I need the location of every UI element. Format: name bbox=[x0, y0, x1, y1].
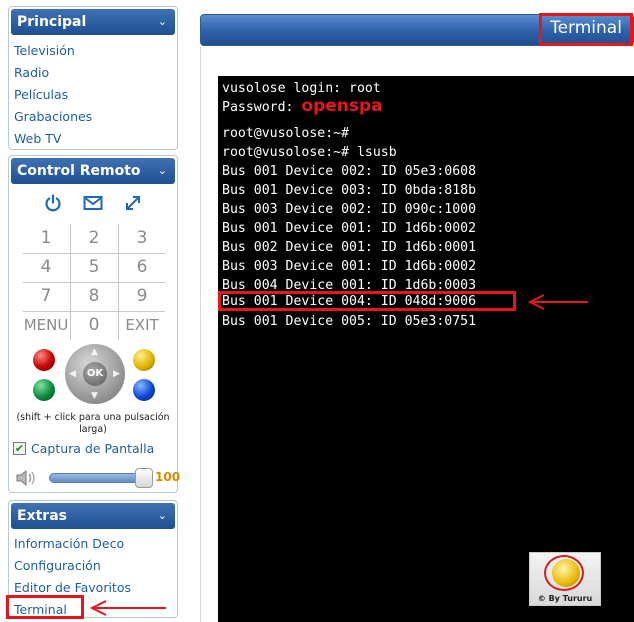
prompt-line: root@vusolose:~# bbox=[222, 126, 350, 141]
extras-header[interactable]: Extras ⌄ bbox=[11, 503, 175, 529]
principal-title: Principal bbox=[17, 14, 87, 30]
capture-checkbox[interactable]: ✔ bbox=[13, 442, 26, 455]
menu-item-radio[interactable]: Radio bbox=[9, 62, 177, 84]
highlighted-device-box bbox=[218, 291, 516, 311]
yellow-button[interactable] bbox=[133, 349, 155, 371]
key-3[interactable]: 3 bbox=[119, 224, 165, 252]
key-5[interactable]: 5 bbox=[71, 253, 117, 281]
key-7[interactable]: 7 bbox=[23, 282, 69, 310]
menu-item-television[interactable]: Televisión bbox=[9, 40, 177, 62]
logo-face-icon bbox=[552, 559, 580, 587]
fullscreen-icon[interactable] bbox=[122, 192, 144, 214]
principal-panel: Principal ⌄ Televisión Radio Películas G… bbox=[8, 6, 178, 150]
remote-control-title: Control Remoto bbox=[17, 163, 141, 179]
password-prefix: Password: bbox=[222, 100, 302, 115]
chevron-down-icon[interactable]: ⌄ bbox=[158, 503, 167, 529]
volume-control: 100 bbox=[13, 468, 180, 488]
volume-slider-thumb[interactable] bbox=[135, 468, 153, 488]
key-0[interactable]: 0 bbox=[71, 311, 117, 339]
menu-item-informacion-deco[interactable]: Información Deco bbox=[9, 533, 177, 555]
long-press-hint: (shift + click para una pulsación larga) bbox=[16, 412, 170, 435]
terminal-item-highlight bbox=[6, 595, 84, 619]
output-line: Bus 001 Device 003: ID 0bda:818b bbox=[222, 183, 477, 198]
arrow-down-icon[interactable]: ▼ bbox=[91, 391, 98, 401]
red-button[interactable] bbox=[33, 349, 55, 371]
login-line: vusolose login: root bbox=[222, 81, 381, 96]
chevron-down-icon[interactable]: ⌄ bbox=[158, 158, 167, 184]
capture-label: Captura de Pantalla bbox=[31, 441, 155, 456]
output-line: Bus 003 Device 002: ID 090c:1000 bbox=[222, 202, 477, 217]
watermark-logo: © By Tururu bbox=[529, 552, 601, 606]
password-line: Password: openspa bbox=[222, 98, 383, 116]
principal-header[interactable]: Principal ⌄ bbox=[11, 9, 175, 35]
password-value: openspa bbox=[301, 96, 383, 116]
arrow-left-annotation bbox=[89, 600, 166, 616]
arrow-right-icon[interactable]: ▶ bbox=[113, 369, 120, 379]
key-4[interactable]: 4 bbox=[23, 253, 69, 281]
power-icon[interactable] bbox=[42, 192, 64, 214]
remote-control-panel: Control Remoto ⌄ 1 2 3 4 5 6 7 8 9 MENU … bbox=[8, 155, 180, 493]
key-8[interactable]: 8 bbox=[71, 282, 117, 310]
menu-item-peliculas[interactable]: Películas bbox=[9, 84, 177, 106]
output-line: Bus 002 Device 001: ID 1d6b:0001 bbox=[222, 240, 477, 255]
arrow-left-icon[interactable]: ◀ bbox=[69, 369, 76, 379]
key-6[interactable]: 6 bbox=[119, 253, 165, 281]
watermark-text: © By Tururu bbox=[537, 594, 593, 603]
screenshot-capture-option[interactable]: ✔ Captura de Pantalla bbox=[13, 441, 154, 456]
extras-title: Extras bbox=[17, 508, 67, 524]
key-exit[interactable]: EXIT bbox=[119, 311, 165, 339]
output-line: Bus 001 Device 002: ID 05e3:0608 bbox=[222, 164, 477, 179]
menu-item-grabaciones[interactable]: Grabaciones bbox=[9, 106, 177, 128]
key-1[interactable]: 1 bbox=[23, 224, 69, 252]
directional-pad[interactable]: ▲ ▼ ◀ ▶ OK bbox=[65, 344, 125, 404]
chevron-down-icon[interactable]: ⌄ bbox=[158, 9, 167, 35]
output-line: Bus 001 Device 001: ID 1d6b:0002 bbox=[222, 221, 477, 236]
output-line: Bus 003 Device 001: ID 1d6b:0002 bbox=[222, 259, 477, 274]
key-2[interactable]: 2 bbox=[71, 224, 117, 252]
mail-icon[interactable] bbox=[82, 192, 104, 214]
arrow-up-icon[interactable]: ▲ bbox=[91, 347, 98, 357]
command-line: root@vusolose:~# lsusb bbox=[222, 145, 397, 160]
menu-item-configuracion[interactable]: Configuración bbox=[9, 555, 177, 577]
terminal-console[interactable]: vusolose login: root Password: openspa r… bbox=[218, 76, 634, 622]
speaker-icon[interactable] bbox=[15, 468, 39, 492]
volume-value: 100 bbox=[155, 470, 181, 484]
key-9[interactable]: 9 bbox=[119, 282, 165, 310]
ok-button[interactable]: OK bbox=[83, 362, 107, 386]
output-line: Bus 001 Device 005: ID 05e3:0751 bbox=[222, 314, 477, 329]
arrow-left-annotation bbox=[527, 294, 588, 310]
remote-control-header[interactable]: Control Remoto ⌄ bbox=[11, 158, 175, 184]
green-button[interactable] bbox=[33, 379, 55, 401]
blue-button[interactable] bbox=[133, 379, 155, 401]
page-title-highlight bbox=[539, 13, 633, 46]
menu-item-webtv[interactable]: Web TV bbox=[9, 128, 177, 150]
key-menu[interactable]: MENU bbox=[23, 311, 69, 339]
